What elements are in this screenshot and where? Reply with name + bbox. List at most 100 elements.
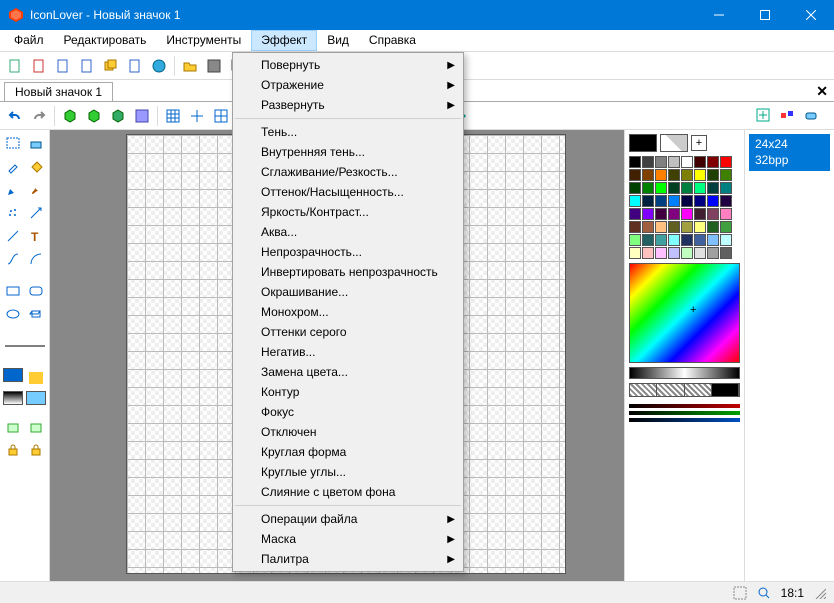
menu-shadow[interactable]: Тень... <box>233 122 463 142</box>
close-button[interactable] <box>788 0 834 30</box>
palette-swatch[interactable] <box>694 169 706 181</box>
gradient-tool[interactable] <box>26 203 46 223</box>
menu-negative[interactable]: Негатив... <box>233 342 463 362</box>
menu-opacity[interactable]: Непрозрачность... <box>233 242 463 262</box>
palette-swatch[interactable] <box>668 156 680 168</box>
select-rect-tool[interactable] <box>3 134 23 154</box>
menu-palette[interactable]: Палитра▶ <box>233 549 463 569</box>
palette-swatch[interactable] <box>642 247 654 259</box>
menu-file-ops[interactable]: Операции файла▶ <box>233 509 463 529</box>
lock-icon[interactable] <box>3 440 23 460</box>
alpha-line[interactable] <box>629 404 740 408</box>
ellipse-tool[interactable] <box>3 304 23 324</box>
menu-rotate[interactable]: Повернуть▶ <box>233 55 463 75</box>
new-doc-icon[interactable] <box>30 57 48 75</box>
redo-icon[interactable] <box>30 107 48 125</box>
palette-swatch[interactable] <box>629 156 641 168</box>
menu-merge-bg[interactable]: Слияние с цветом фона <box>233 482 463 502</box>
palette-swatch[interactable] <box>655 195 667 207</box>
3d-tool[interactable] <box>26 304 46 324</box>
line-width[interactable] <box>3 336 47 356</box>
palette-swatch[interactable] <box>681 182 693 194</box>
color-palette[interactable] <box>629 156 740 259</box>
palette-swatch[interactable] <box>629 169 641 181</box>
palette-swatch[interactable] <box>642 221 654 233</box>
palette-swatch[interactable] <box>629 182 641 194</box>
grid-icon[interactable] <box>164 107 182 125</box>
fill-tool[interactable] <box>26 157 46 177</box>
palette-swatch[interactable] <box>681 195 693 207</box>
open-folder-icon[interactable] <box>181 57 199 75</box>
palette-swatch[interactable] <box>629 195 641 207</box>
fg-color[interactable] <box>629 134 657 152</box>
palette-swatch[interactable] <box>694 156 706 168</box>
roundrect-tool[interactable] <box>26 281 46 301</box>
palette-swatch[interactable] <box>655 182 667 194</box>
new-file-icon[interactable] <box>6 57 24 75</box>
alpha-sliders[interactable] <box>629 401 740 422</box>
menu-effect[interactable]: Эффект <box>251 30 317 51</box>
palette-swatch[interactable] <box>642 169 654 181</box>
menu-unfold[interactable]: Развернуть▶ <box>233 95 463 115</box>
menu-focus[interactable]: Фокус <box>233 402 463 422</box>
palette-swatch[interactable] <box>720 208 732 220</box>
palette-swatch[interactable] <box>720 169 732 181</box>
menu-invert-opacity[interactable]: Инвертировать непрозрачность <box>233 262 463 282</box>
menu-tools[interactable]: Инструменты <box>156 30 251 51</box>
menu-view[interactable]: Вид <box>317 30 359 51</box>
menu-brightness[interactable]: Яркость/Контраст... <box>233 202 463 222</box>
palette-swatch[interactable] <box>629 208 641 220</box>
brush-tool[interactable] <box>26 180 46 200</box>
menu-aqua[interactable]: Аква... <box>233 222 463 242</box>
maximize-button[interactable] <box>742 0 788 30</box>
line-tool[interactable] <box>3 226 23 246</box>
palette-swatch[interactable] <box>668 169 680 181</box>
eyedropper-tool[interactable] <box>3 157 23 177</box>
palette-swatch[interactable] <box>707 247 719 259</box>
menu-smooth[interactable]: Сглаживание/Резкость... <box>233 162 463 182</box>
stack-icon[interactable] <box>102 57 120 75</box>
palette-swatch[interactable] <box>655 156 667 168</box>
fill-color2[interactable] <box>26 391 46 405</box>
palette-swatch[interactable] <box>629 247 641 259</box>
palette-swatch[interactable] <box>668 182 680 194</box>
add-size-icon[interactable] <box>754 106 772 124</box>
color-swap-icon[interactable] <box>778 106 796 124</box>
palette-swatch[interactable] <box>707 195 719 207</box>
palette-swatch[interactable] <box>681 208 693 220</box>
eraser-icon[interactable] <box>802 106 820 124</box>
menu-hue[interactable]: Оттенок/Насыщенность... <box>233 182 463 202</box>
palette-swatch[interactable] <box>642 182 654 194</box>
add-color-icon[interactable]: + <box>691 135 707 151</box>
cube3-icon[interactable] <box>109 107 127 125</box>
menu-colorize[interactable]: Окрашивание... <box>233 282 463 302</box>
new-doc3-icon[interactable] <box>78 57 96 75</box>
palette-swatch[interactable] <box>694 221 706 233</box>
globe-icon[interactable] <box>150 57 168 75</box>
text-tool[interactable]: T <box>26 226 46 246</box>
palette-swatch[interactable] <box>642 156 654 168</box>
menu-edit[interactable]: Редактировать <box>54 30 157 51</box>
palette-swatch[interactable] <box>694 234 706 246</box>
palette-swatch[interactable] <box>668 195 680 207</box>
effect-icon[interactable] <box>133 107 151 125</box>
menu-mono[interactable]: Монохром... <box>233 302 463 322</box>
palette-swatch[interactable] <box>655 247 667 259</box>
palette-swatch[interactable] <box>720 221 732 233</box>
menu-replace-color[interactable]: Замена цвета... <box>233 362 463 382</box>
minimize-button[interactable] <box>696 0 742 30</box>
palette-swatch[interactable] <box>655 221 667 233</box>
palette-swatch[interactable] <box>694 247 706 259</box>
grid2-icon[interactable] <box>212 107 230 125</box>
undo-icon[interactable] <box>6 107 24 125</box>
menu-grayscale[interactable]: Оттенки серого <box>233 322 463 342</box>
spray-tool[interactable] <box>3 203 23 223</box>
arc-tool[interactable] <box>26 249 46 269</box>
menu-round-corners[interactable]: Круглые углы... <box>233 462 463 482</box>
eraser-tool[interactable] <box>26 134 46 154</box>
size-entry[interactable]: 24x24 32bpp <box>749 134 830 171</box>
cube1-icon[interactable] <box>61 107 79 125</box>
palette-swatch[interactable] <box>629 221 641 233</box>
tab-close-icon[interactable]: ✕ <box>816 83 828 100</box>
menu-mask[interactable]: Маска▶ <box>233 529 463 549</box>
